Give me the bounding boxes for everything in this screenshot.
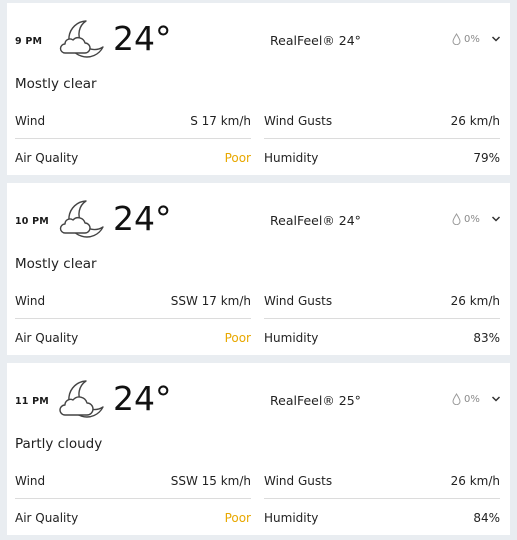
raindrop-icon (452, 213, 461, 225)
precip-value: 0% (464, 213, 480, 225)
temperature: 24° (113, 19, 172, 58)
air-quality-value: Poor (224, 331, 251, 345)
divider (15, 498, 251, 499)
wind-gusts-row: Wind Gusts 26 km/h (264, 474, 500, 494)
raindrop-icon (452, 393, 461, 405)
humidity-row: Humidity 79% (264, 151, 500, 171)
humidity-value: 83% (473, 331, 500, 345)
weather-phrase: Mostly clear (15, 76, 97, 92)
air-quality-label: Air Quality (15, 511, 79, 525)
air-quality-row: Air Quality Poor (15, 331, 251, 351)
humidity-label: Humidity (264, 511, 319, 525)
moon-cloud-icon (59, 380, 104, 418)
wind-gusts-label: Wind Gusts (264, 474, 333, 488)
temperature: 24° (113, 199, 172, 238)
air-quality-row: Air Quality Poor (15, 511, 251, 531)
divider (264, 318, 500, 319)
wind-row: Wind S 17 km/h (15, 114, 251, 134)
hourly-card[interactable]: 10 PM 24° RealFeel® 24° 0% Mostly clear … (7, 183, 510, 355)
hour-time: 11 PM (15, 396, 49, 407)
humidity-value: 84% (473, 511, 500, 525)
wind-value: S 17 km/h (190, 114, 251, 128)
realfeel: RealFeel® 24° (270, 33, 361, 48)
divider (15, 318, 251, 319)
chevron-down-icon[interactable] (491, 35, 501, 43)
hour-time: 10 PM (15, 216, 49, 227)
divider (264, 138, 500, 139)
moon-cloud-icon (59, 20, 104, 58)
wind-gusts-value: 26 km/h (450, 474, 500, 488)
wind-row: Wind SSW 15 km/h (15, 474, 251, 494)
hour-time: 9 PM (15, 36, 43, 47)
air-quality-label: Air Quality (15, 331, 79, 345)
wind-gusts-row: Wind Gusts 26 km/h (264, 114, 500, 134)
precip-value: 0% (464, 393, 480, 405)
precipitation: 0% (452, 213, 480, 225)
wind-label: Wind (15, 294, 46, 308)
raindrop-icon (452, 33, 461, 45)
precipitation: 0% (452, 393, 480, 405)
humidity-label: Humidity (264, 331, 319, 345)
realfeel: RealFeel® 24° (270, 213, 361, 228)
moon-cloud-icon (59, 200, 104, 238)
wind-gusts-value: 26 km/h (450, 294, 500, 308)
humidity-label: Humidity (264, 151, 319, 165)
humidity-value: 79% (473, 151, 500, 165)
wind-gusts-label: Wind Gusts (264, 294, 333, 308)
chevron-down-icon[interactable] (491, 215, 501, 223)
chevron-down-icon[interactable] (491, 395, 501, 403)
hourly-card[interactable]: 11 PM 24° RealFeel® 25° 0% Partly cloudy… (7, 363, 510, 535)
realfeel: RealFeel® 25° (270, 393, 361, 408)
air-quality-value: Poor (224, 151, 251, 165)
wind-gusts-value: 26 km/h (450, 114, 500, 128)
wind-gusts-label: Wind Gusts (264, 114, 333, 128)
weather-phrase: Mostly clear (15, 256, 97, 272)
wind-label: Wind (15, 114, 46, 128)
air-quality-row: Air Quality Poor (15, 151, 251, 171)
temperature: 24° (113, 379, 172, 418)
wind-value: SSW 15 km/h (170, 474, 251, 488)
precip-value: 0% (464, 33, 480, 45)
air-quality-value: Poor (224, 511, 251, 525)
wind-label: Wind (15, 474, 46, 488)
hourly-card[interactable]: 9 PM 24° RealFeel® 24° 0% Mostly clear W… (7, 3, 510, 175)
air-quality-label: Air Quality (15, 151, 79, 165)
precipitation: 0% (452, 33, 480, 45)
divider (264, 498, 500, 499)
humidity-row: Humidity 83% (264, 331, 500, 351)
wind-value: SSW 17 km/h (170, 294, 251, 308)
weather-phrase: Partly cloudy (15, 436, 103, 452)
wind-row: Wind SSW 17 km/h (15, 294, 251, 314)
humidity-row: Humidity 84% (264, 511, 500, 531)
divider (15, 138, 251, 139)
wind-gusts-row: Wind Gusts 26 km/h (264, 294, 500, 314)
